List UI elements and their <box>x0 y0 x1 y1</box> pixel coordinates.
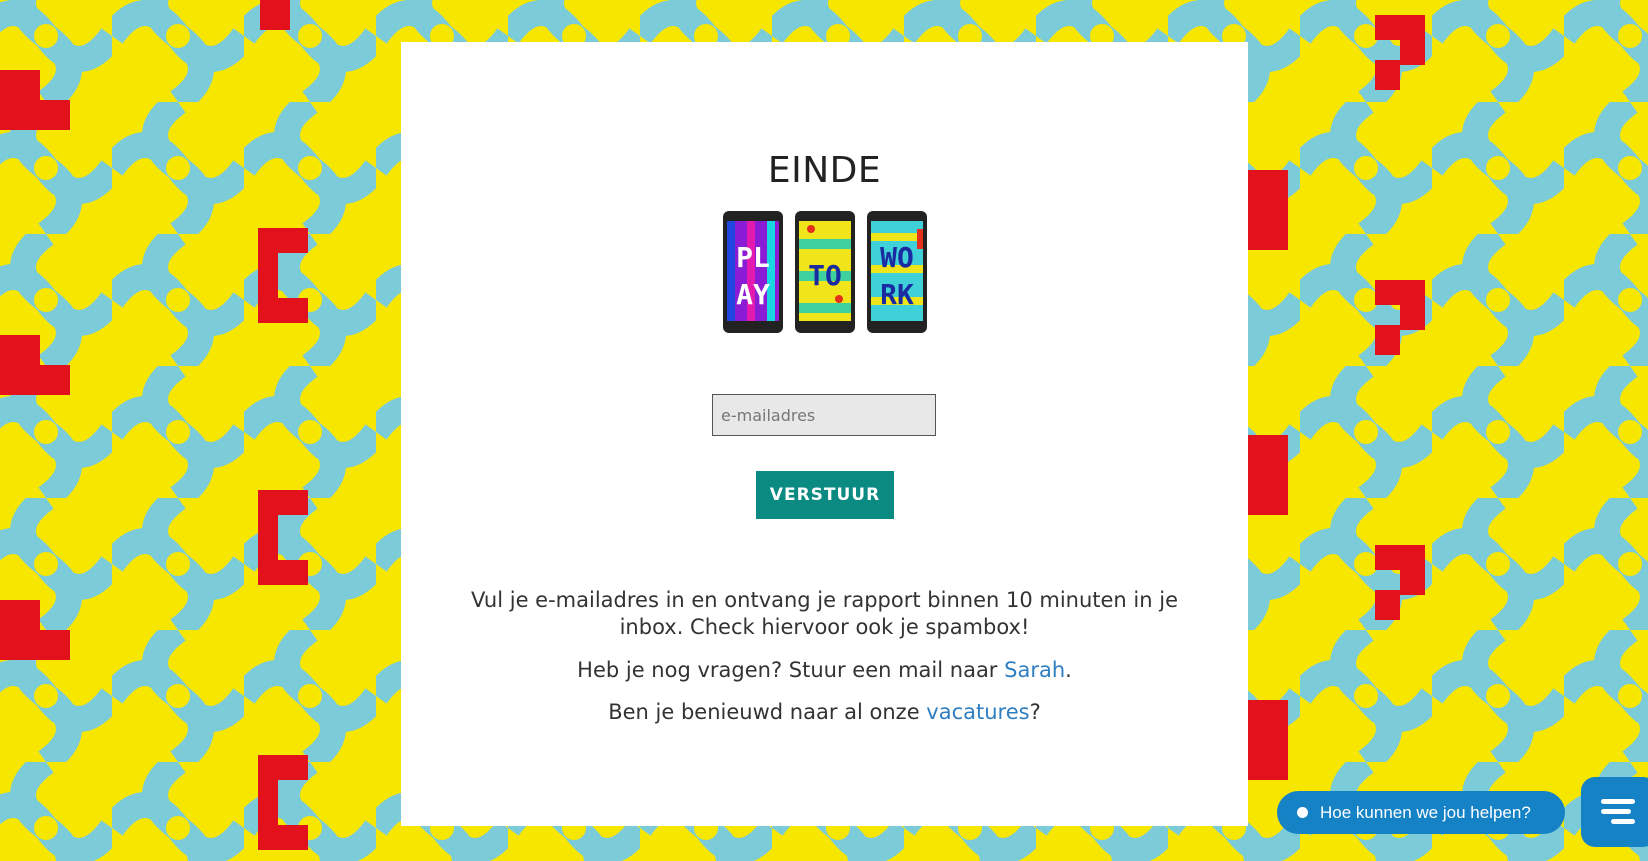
submit-button[interactable]: VERSTUUR <box>756 471 894 519</box>
svg-text:AY: AY <box>736 278 770 311</box>
vacancies-link[interactable]: vacatures <box>926 700 1029 724</box>
svg-text:RK: RK <box>880 278 914 311</box>
end-card: EINDE PL AY TO WO RK e-mailadres VERSTUU… <box>401 42 1248 826</box>
vacancies-text: Ben je benieuwd naar al onze vacatures? <box>441 699 1208 726</box>
svg-text:PL: PL <box>736 241 770 274</box>
email-input[interactable] <box>712 394 936 436</box>
online-dot-icon <box>1297 807 1308 818</box>
svg-text:TO: TO <box>808 259 842 292</box>
play-to-work-logo: PL AY TO WO RK <box>723 211 927 333</box>
chat-prompt-label: Hoe kunnen we jou helpen? <box>1320 802 1531 822</box>
chat-prompt-button[interactable]: Hoe kunnen we jou helpen? <box>1277 791 1565 834</box>
info-text: Vul je e-mailadres in en ontvang je rapp… <box>470 588 1178 639</box>
page-title: EINDE <box>767 150 882 191</box>
chat-lines-icon <box>1601 799 1635 824</box>
svg-text:WO: WO <box>880 241 914 274</box>
vacancies-text-prefix: Ben je benieuwd naar al onze <box>608 700 927 724</box>
vacancies-text-suffix: ? <box>1029 700 1041 724</box>
chat-open-button[interactable] <box>1581 777 1648 847</box>
contact-text-prefix: Heb je nog vragen? Stuur een mail naar <box>577 658 1005 682</box>
contact-sarah-link[interactable]: Sarah <box>1004 658 1065 682</box>
contact-text-suffix: . <box>1065 658 1072 682</box>
contact-text: Heb je nog vragen? Stuur een mail naar S… <box>441 657 1208 684</box>
